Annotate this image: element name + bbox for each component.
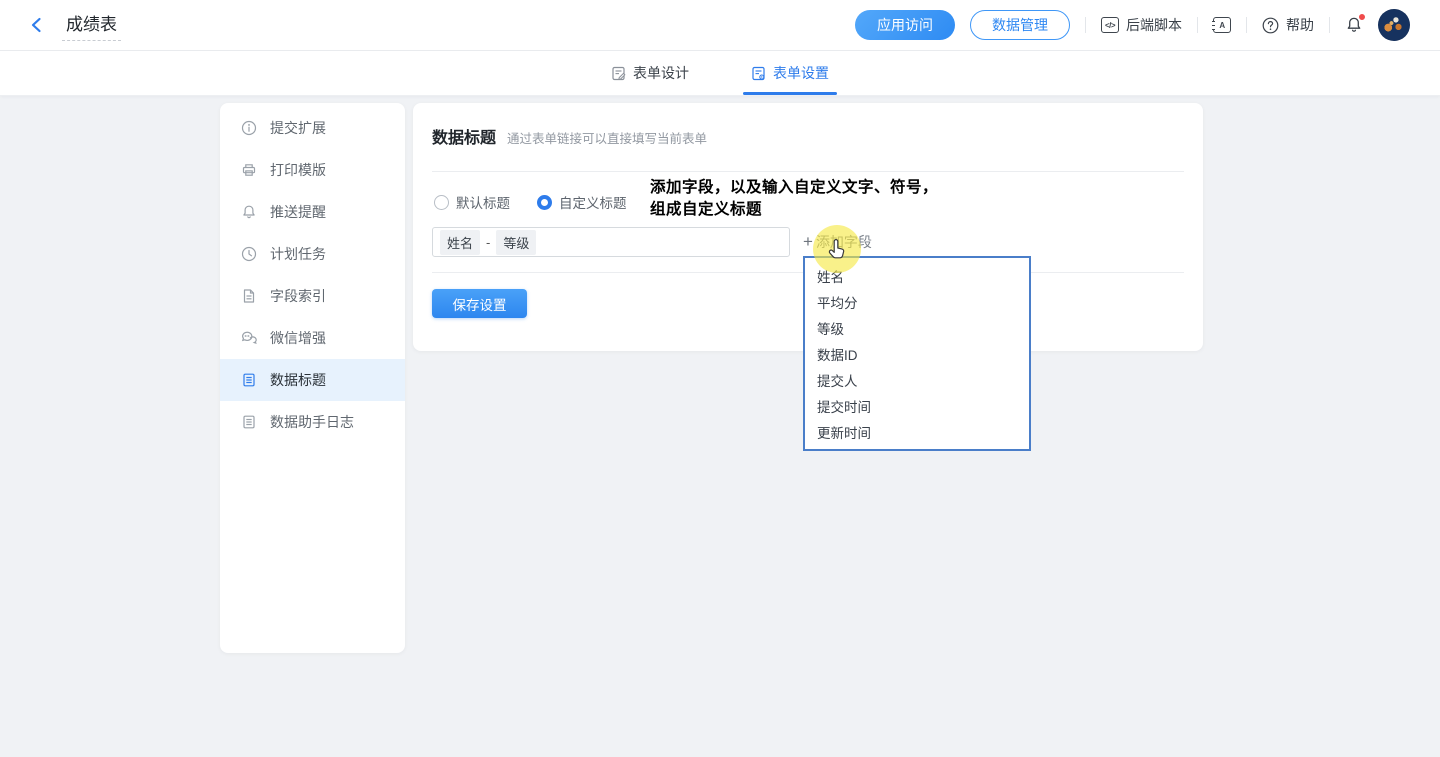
help-label: 帮助 — [1286, 15, 1314, 35]
sidebar-item-scheduled-task[interactable]: 计划任务 — [220, 233, 405, 275]
notification-badge — [1358, 13, 1366, 21]
list-doc-icon — [241, 372, 257, 388]
backend-script-label: 后端脚本 — [1126, 15, 1182, 35]
radio-default-title[interactable]: 默认标题 — [434, 192, 510, 212]
sidebar-item-label: 计划任务 — [270, 244, 326, 264]
divider — [432, 171, 1184, 172]
form-title[interactable]: 成绩表 — [62, 10, 121, 41]
radio-label: 自定义标题 — [559, 192, 627, 212]
tag-separator: - — [486, 235, 490, 250]
panel-title: 数据标题 — [432, 124, 496, 148]
address-book-icon: A — [1213, 17, 1231, 33]
annotation-line2: 组成自定义标题 — [650, 199, 938, 221]
sidebar-item-label: 推送提醒 — [270, 202, 326, 222]
topbar: 成绩表 应用访问 数据管理 </> 后端脚本 A 帮助 — [0, 0, 1440, 51]
sidebar-item-print-template[interactable]: 打印模版 — [220, 149, 405, 191]
tabbar: 表单设计 表单设置 — [0, 51, 1440, 96]
dropdown-item-average[interactable]: 平均分 — [805, 291, 1029, 317]
user-avatar[interactable] — [1378, 9, 1410, 41]
save-settings-button[interactable]: 保存设置 — [432, 289, 527, 318]
list-doc-icon — [241, 414, 257, 430]
field-dropdown: 姓名 平均分 等级 数据ID 提交人 提交时间 更新时间 — [803, 256, 1031, 451]
annotation-line1: 添加字段，以及输入自定义文字、符号， — [650, 177, 938, 199]
data-manage-button[interactable]: 数据管理 — [970, 10, 1070, 40]
radio-custom-title[interactable]: 自定义标题 — [537, 192, 627, 212]
sidebar-item-submit-extension[interactable]: 提交扩展 — [220, 107, 405, 149]
divider — [1197, 17, 1198, 33]
back-button[interactable] — [28, 16, 46, 34]
topbar-left: 成绩表 — [28, 10, 121, 41]
tutorial-annotation: 添加字段，以及输入自定义文字、符号， 组成自定义标题 — [650, 177, 938, 221]
sidebar-item-field-index[interactable]: 字段索引 — [220, 275, 405, 317]
sidebar-item-data-assistant-log[interactable]: 数据助手日志 — [220, 401, 405, 443]
form-design-icon — [611, 66, 626, 81]
panel-header: 数据标题 通过表单链接可以直接填写当前表单 — [432, 124, 707, 148]
dropdown-item-submit-time[interactable]: 提交时间 — [805, 395, 1029, 421]
sidebar-item-wechat-enhance[interactable]: 微信增强 — [220, 317, 405, 359]
dropdown-item-grade[interactable]: 等级 — [805, 317, 1029, 343]
divider — [1329, 17, 1330, 33]
sidebar-item-label: 提交扩展 — [270, 118, 326, 138]
content-area: 提交扩展 打印模版 推送提醒 — [0, 96, 1440, 757]
radio-circle-on — [537, 195, 552, 210]
wechat-icon — [241, 330, 257, 346]
notification-button[interactable] — [1345, 16, 1363, 34]
info-icon — [241, 120, 257, 136]
dropdown-item-data-id[interactable]: 数据ID — [805, 343, 1029, 369]
add-field-label: 添加字段 — [816, 232, 872, 252]
tab-label: 表单设计 — [633, 63, 689, 83]
app-access-button[interactable]: 应用访问 — [855, 10, 955, 40]
radio-circle-off — [434, 195, 449, 210]
code-icon: </> — [1101, 17, 1119, 33]
plus-icon: + — [803, 233, 813, 250]
sidebar-item-label: 数据标题 — [270, 370, 326, 390]
dropdown-item-name[interactable]: 姓名 — [805, 265, 1029, 291]
divider — [1246, 17, 1247, 33]
bell-icon — [241, 204, 257, 220]
sidebar-item-label: 字段索引 — [270, 286, 326, 306]
settings-sidebar: 提交扩展 打印模版 推送提醒 — [220, 103, 405, 653]
radio-label: 默认标题 — [456, 192, 510, 212]
form-settings-icon — [751, 66, 766, 81]
help-button[interactable]: 帮助 — [1262, 15, 1314, 35]
custom-title-input[interactable]: 姓名 - 等级 — [432, 227, 790, 257]
contact-book-button[interactable]: A — [1213, 17, 1231, 33]
backend-script-button[interactable]: </> 后端脚本 — [1101, 15, 1182, 35]
title-mode-radio-group: 默认标题 自定义标题 — [434, 192, 627, 212]
help-icon — [1262, 17, 1279, 34]
field-tag[interactable]: 等级 — [496, 230, 536, 255]
dropdown-item-update-time[interactable]: 更新时间 — [805, 421, 1029, 447]
panel-subtitle: 通过表单链接可以直接填写当前表单 — [507, 128, 707, 147]
back-chevron-icon — [28, 16, 46, 34]
dropdown-item-submitter[interactable]: 提交人 — [805, 369, 1029, 395]
sidebar-item-label: 微信增强 — [270, 328, 326, 348]
clock-icon — [241, 246, 257, 262]
divider — [1085, 17, 1086, 33]
sidebar-item-label: 数据助手日志 — [270, 412, 354, 432]
printer-icon — [241, 162, 257, 178]
field-tag[interactable]: 姓名 — [440, 230, 480, 255]
sidebar-item-label: 打印模版 — [270, 160, 326, 180]
tab-form-design[interactable]: 表单设计 — [609, 51, 691, 95]
sidebar-item-push-reminder[interactable]: 推送提醒 — [220, 191, 405, 233]
add-field-link[interactable]: + 添加字段 — [803, 227, 872, 257]
tab-form-settings[interactable]: 表单设置 — [749, 51, 831, 95]
page-icon — [241, 288, 257, 304]
app-window: 成绩表 应用访问 数据管理 </> 后端脚本 A 帮助 — [0, 0, 1440, 757]
sidebar-item-data-title[interactable]: 数据标题 — [220, 359, 405, 401]
topbar-right: 应用访问 数据管理 </> 后端脚本 A 帮助 — [855, 9, 1410, 41]
tab-label: 表单设置 — [773, 63, 829, 83]
